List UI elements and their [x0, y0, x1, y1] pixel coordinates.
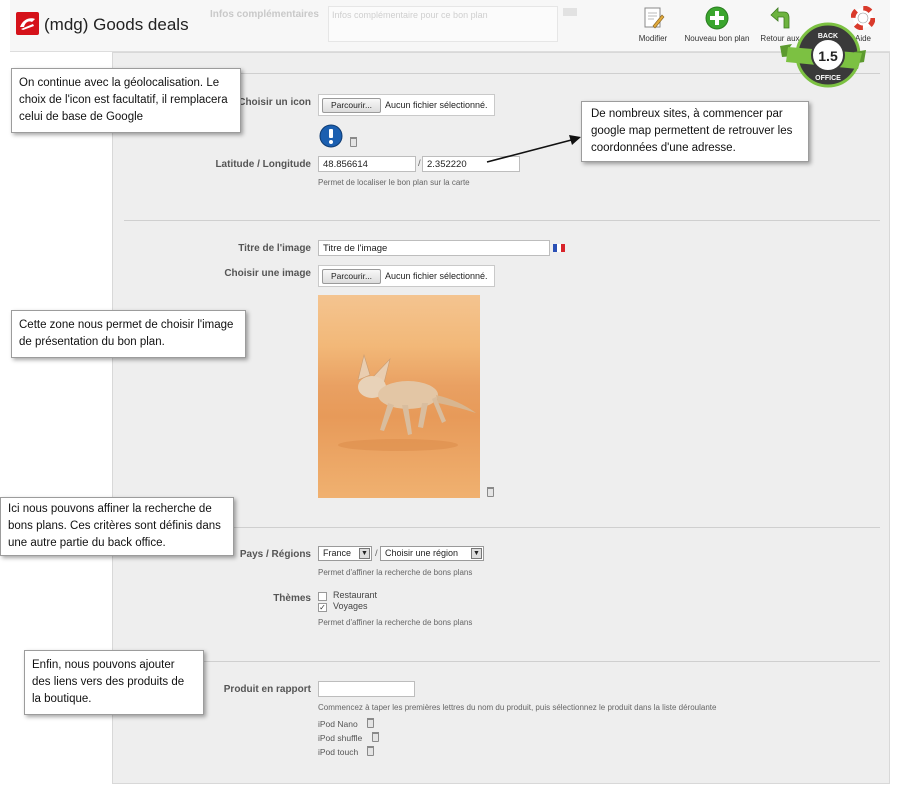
divider [124, 220, 880, 221]
chevron-down-icon: ▼ [359, 548, 370, 559]
theme-restaurant-checkbox[interactable] [318, 592, 327, 601]
edit-icon [641, 6, 665, 30]
remove-product-trash-icon[interactable] [372, 732, 379, 742]
edit-button[interactable]: Modifier [636, 6, 670, 43]
region-value: Choisir une région [385, 548, 459, 558]
image-browse-button[interactable]: Parcourir... [322, 269, 381, 284]
product-item-label: iPod touch [318, 747, 359, 757]
map-marker-preview-icon [319, 124, 343, 148]
regions-hint: Permet d'affiner la recherche de bons pl… [318, 568, 473, 577]
french-flag-icon[interactable] [553, 244, 565, 252]
edit-label: Modifier [638, 34, 668, 43]
new-deal-label: Nouveau bon plan [684, 34, 750, 43]
icon-browse-button[interactable]: Parcourir... [322, 98, 381, 113]
ghost-field-label: Infos complémentaires [210, 9, 319, 20]
image-file-status: Aucun fichier sélectionné. [385, 271, 488, 281]
latlng-separator: / [418, 158, 421, 169]
product-search-input[interactable] [318, 681, 415, 697]
badge-top-text: BACK [818, 33, 838, 40]
ghost-field-input: Infos complémentaire pour ce bon plan [328, 6, 558, 42]
note-products: Enfin, nous pouvons ajouter des liens ve… [24, 650, 204, 715]
product-item-label: iPod shuffle [318, 733, 363, 743]
remove-product-trash-icon[interactable] [367, 746, 374, 756]
new-deal-button[interactable]: Nouveau bon plan [682, 6, 752, 43]
badge-bottom-text: OFFICE [815, 75, 841, 82]
chevron-down-icon: ▼ [471, 548, 482, 559]
app-title: (mdg) Goods deals [44, 15, 189, 34]
image-title-label: Titre de l'image [238, 243, 311, 254]
image-title-input[interactable]: Titre de l'image [318, 240, 550, 256]
country-value: France [323, 548, 352, 558]
product-label: Produit en rapport [223, 684, 311, 695]
image-label: Choisir une image [224, 268, 311, 279]
product-hint: Commencez à taper les premières lettres … [318, 703, 717, 712]
note-image: Cette zone nous permet de choisir l'imag… [11, 310, 246, 358]
country-select[interactable]: France ▼ [318, 546, 372, 561]
icon-file-status: Aucun fichier sélectionné. [385, 100, 488, 110]
regions-separator: / [375, 548, 378, 559]
badge-version: 1.5 [818, 48, 838, 64]
icon-file-input[interactable]: Parcourir... Aucun fichier sélectionné. [318, 94, 495, 116]
note-coordinate-sites: De nombreux sites, à commencer par googl… [581, 101, 809, 162]
product-item-label: iPod Nano [318, 719, 358, 729]
note-geolocation: On continue avec la géolocalisation. Le … [11, 68, 241, 133]
divider [124, 527, 880, 528]
theme-restaurant-label: Restaurant [333, 590, 378, 600]
latlng-hint: Permet de localiser le bon plan sur la c… [318, 178, 470, 187]
page: Infos complémentaires Infos complémentai… [0, 0, 900, 799]
theme-voyages-checkbox[interactable]: ✓ [318, 603, 327, 612]
note-filters: Ici nous pouvons affiner la recherche de… [0, 497, 234, 556]
back-office-badge: BACK 1.5 OFFICE [780, 22, 866, 88]
delete-icon-trash-icon[interactable] [350, 137, 357, 147]
theme-voyages-label: Voyages [333, 601, 368, 611]
deal-image-preview [318, 295, 480, 498]
brand-logo-icon [16, 12, 39, 35]
image-file-input[interactable]: Parcourir... Aucun fichier sélectionné. [318, 265, 495, 287]
callout-arrow-icon [486, 135, 581, 163]
divider [124, 661, 880, 662]
flag-icon [563, 8, 577, 16]
latlng-label: Latitude / Longitude [215, 159, 311, 170]
latitude-input[interactable]: 48.856614 [318, 156, 416, 172]
delete-image-trash-icon[interactable] [487, 487, 494, 497]
remove-product-trash-icon[interactable] [367, 718, 374, 728]
region-select[interactable]: Choisir une région ▼ [380, 546, 484, 561]
themes-hint: Permet d'affiner la recherche de bons pl… [318, 618, 473, 627]
add-icon [705, 6, 729, 30]
themes-label: Thèmes [273, 593, 311, 604]
